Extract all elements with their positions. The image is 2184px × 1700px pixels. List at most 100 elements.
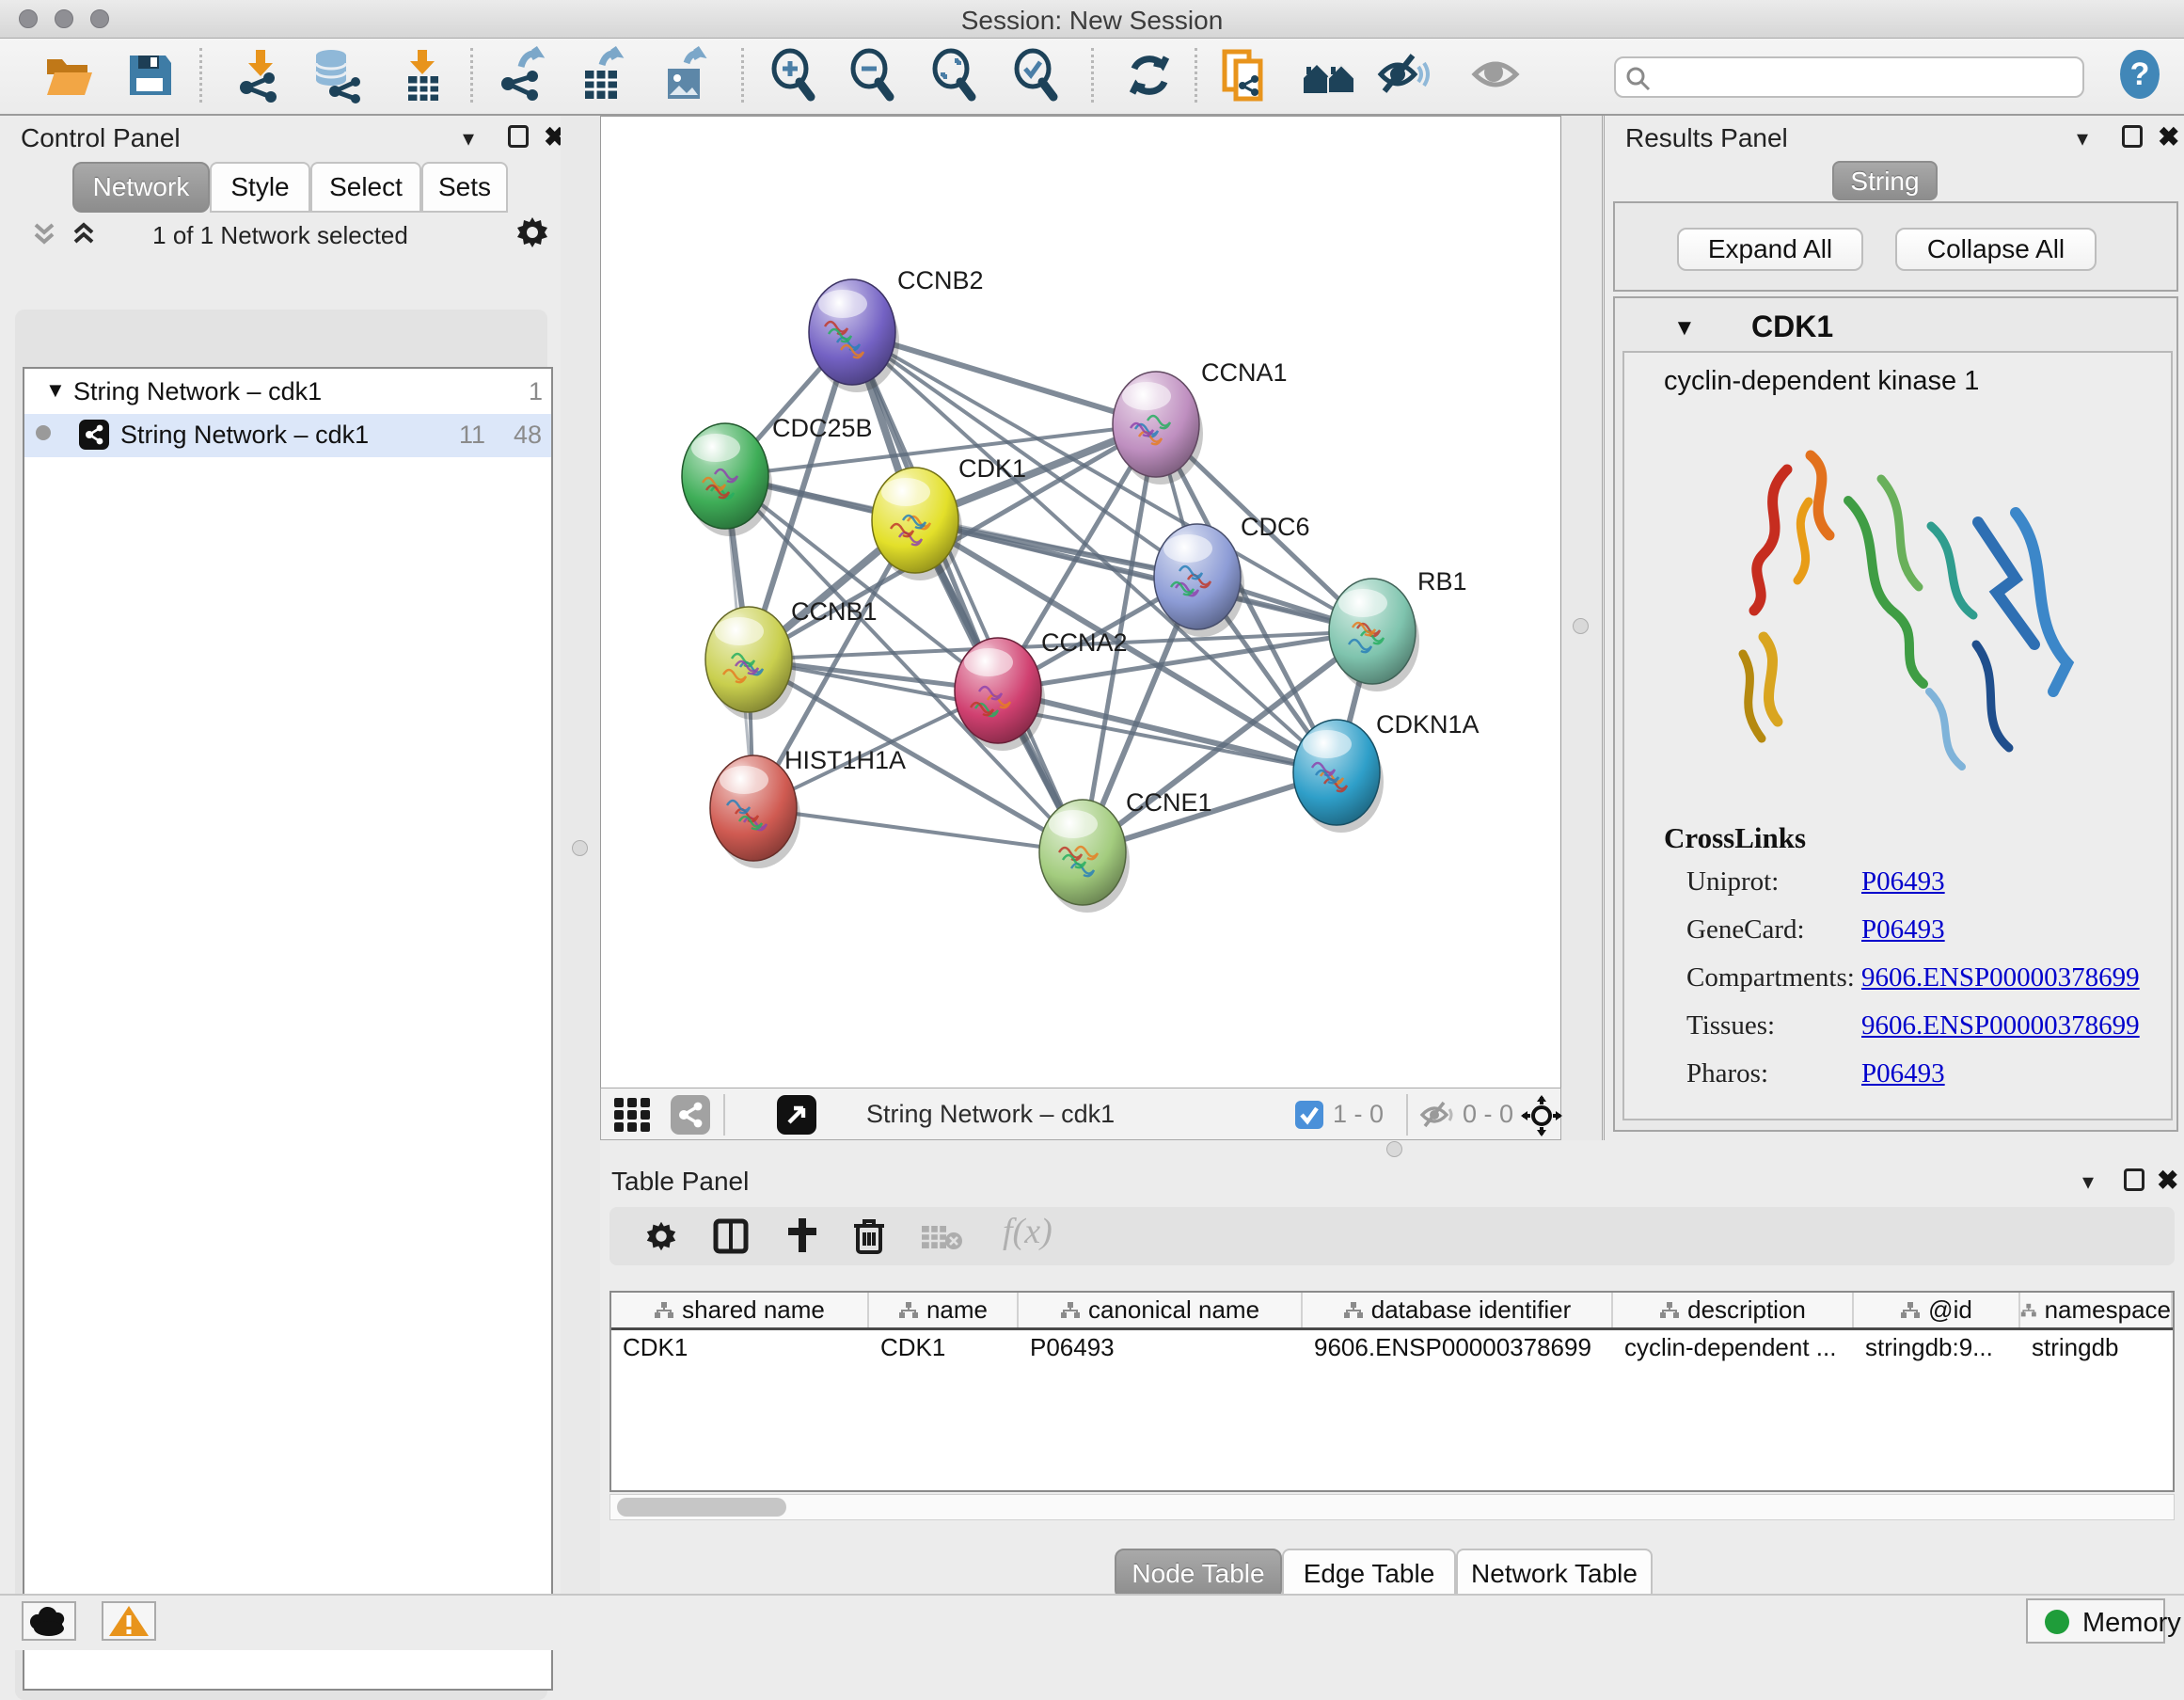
add-column-icon[interactable]	[784, 1216, 820, 1259]
float-panel-icon[interactable]	[508, 125, 529, 148]
column-header-canonical-name[interactable]: canonical name	[1019, 1293, 1303, 1327]
save-session-icon[interactable]	[122, 46, 177, 104]
new-network-from-selection-icon[interactable]	[1217, 46, 1272, 104]
column-type-icon	[1060, 1301, 1081, 1320]
show-all-icon[interactable]	[1469, 46, 1524, 104]
tab-style[interactable]: Style	[210, 162, 310, 213]
collection-expander-icon[interactable]: ▼	[45, 378, 66, 403]
import-network-database-icon[interactable]	[307, 46, 361, 104]
delete-column-icon[interactable]	[852, 1216, 886, 1261]
tab-node-table[interactable]: Node Table	[1115, 1549, 1282, 1599]
zoom-selected-icon[interactable]	[1008, 46, 1063, 104]
collapse-all-button[interactable]: Collapse All	[1895, 228, 2097, 271]
column-header-shared-name[interactable]: shared name	[611, 1293, 869, 1327]
search-input[interactable]	[1614, 56, 2084, 98]
horizontal-splitter[interactable]	[600, 1140, 2184, 1159]
close-panel-icon[interactable]: ✖	[2157, 1165, 2178, 1196]
column-header-name[interactable]: name	[869, 1293, 1019, 1327]
memory-label: Memory	[2082, 1608, 2181, 1639]
crosslink-link[interactable]: 9606.ENSP00000378699	[1861, 962, 2140, 993]
birds-eye-toggle-icon[interactable]	[1521, 1095, 1562, 1141]
network-row-selected[interactable]: String Network – cdk1 11 48	[24, 414, 551, 457]
section-expander-icon[interactable]: ▼	[1673, 315, 1696, 342]
crosslink-link[interactable]: 9606.ENSP00000378699	[1861, 1010, 2140, 1041]
tab-sets[interactable]: Sets	[421, 162, 508, 213]
crosslink-link[interactable]: P06493	[1861, 1058, 1945, 1089]
crosslink-link[interactable]: P06493	[1861, 914, 1945, 945]
export-table-icon[interactable]	[574, 46, 628, 104]
results-panel-title: Results Panel	[1625, 123, 1788, 153]
network-share-icon[interactable]	[671, 1095, 710, 1139]
network-view-title: String Network – cdk1	[866, 1100, 1115, 1129]
table-cell[interactable]: stringdb:9...	[1854, 1330, 2020, 1364]
float-panel-icon[interactable]	[2124, 1168, 2144, 1191]
float-panel-icon[interactable]	[2122, 125, 2143, 148]
export-network-icon[interactable]	[495, 46, 549, 104]
table-cell[interactable]: 9606.ENSP00000378699	[1303, 1330, 1613, 1364]
refresh-icon[interactable]	[1121, 46, 1176, 104]
tab-string[interactable]: String	[1832, 161, 1938, 200]
delete-table-icon	[920, 1224, 963, 1257]
node-table[interactable]: shared namenamecanonical namedatabase id…	[609, 1291, 2175, 1492]
first-neighbors-icon[interactable]	[1300, 46, 1354, 104]
warnings-button[interactable]	[102, 1601, 156, 1641]
tab-network[interactable]: Network	[72, 162, 210, 213]
zoom-fit-icon[interactable]	[926, 46, 981, 104]
open-session-icon[interactable]	[41, 46, 96, 104]
splitter-grip[interactable]	[1573, 618, 1589, 634]
table-cell[interactable]: stringdb	[2020, 1330, 2173, 1364]
splitter-grip[interactable]	[1386, 1141, 1402, 1157]
open-in-window-icon[interactable]	[777, 1095, 816, 1139]
splitter-grip[interactable]	[572, 840, 588, 856]
table-cell[interactable]: CDK1	[869, 1330, 1019, 1364]
network-node-cdkn1a: CDKN1A	[1293, 710, 1480, 833]
network-canvas[interactable]: CCNB2CCNA1CDC25BCDK1CDC6RB1CCNB1CCNA2CDK…	[600, 116, 1561, 1088]
crosslinks-list: Uniprot:P06493GeneCard:P06493Compartment…	[1686, 866, 2157, 1106]
selected-nodes-checkbox[interactable]	[1295, 1101, 1323, 1134]
help-button[interactable]: ?	[2120, 50, 2160, 99]
column-header-namespace[interactable]: namespace	[2020, 1293, 2173, 1327]
zoom-out-icon[interactable]	[845, 46, 899, 104]
tab-network-table[interactable]: Network Table	[1456, 1549, 1653, 1599]
table-toolbar: f(x)	[609, 1207, 2175, 1265]
table-horizontal-scrollbar[interactable]	[609, 1494, 2175, 1520]
export-image-icon[interactable]	[657, 46, 711, 104]
panel-menu-icon[interactable]: ▾	[2077, 125, 2088, 152]
network-options-gear-icon[interactable]	[514, 214, 551, 256]
grid-view-icon[interactable]	[612, 1096, 654, 1138]
crosslink-link[interactable]: P06493	[1861, 866, 1945, 898]
table-cell[interactable]: cyclin-dependent ...	[1613, 1330, 1854, 1364]
column-header--id[interactable]: @id	[1854, 1293, 2020, 1327]
toolbar-separator	[1195, 48, 1197, 103]
main-toolbar: ?	[0, 39, 2184, 116]
scrollbar-thumb[interactable]	[617, 1498, 786, 1517]
table-row[interactable]: CDK1CDK1P064939606.ENSP00000378699cyclin…	[611, 1330, 2173, 1364]
import-table-icon[interactable]	[395, 46, 450, 104]
table-cell[interactable]: P06493	[1019, 1330, 1303, 1364]
show-columns-icon[interactable]	[713, 1218, 749, 1259]
import-network-file-icon[interactable]	[231, 46, 286, 104]
vertical-splitter-right[interactable]	[1561, 116, 1602, 1140]
hide-selected-icon[interactable]	[1375, 46, 1430, 104]
hidden-eye-icon[interactable]	[1419, 1100, 1457, 1135]
column-header-database-identifier[interactable]: database identifier	[1303, 1293, 1613, 1327]
column-header-description[interactable]: description	[1613, 1293, 1854, 1327]
memory-button[interactable]: Memory	[2026, 1598, 2165, 1644]
crosslinks-title: CrossLinks	[1664, 821, 1806, 855]
close-panel-icon[interactable]: ✖	[2158, 121, 2179, 152]
cloud-status-button[interactable]	[22, 1601, 76, 1641]
tab-edge-table[interactable]: Edge Table	[1282, 1549, 1456, 1599]
table-cell[interactable]: CDK1	[611, 1330, 869, 1364]
node-label-ccna1: CCNA1	[1201, 358, 1288, 387]
network-collection-row[interactable]: ▼ String Network – cdk1 1	[24, 371, 551, 414]
tab-select[interactable]: Select	[310, 162, 421, 213]
crosslink-label: Pharos:	[1686, 1058, 1768, 1088]
node-label-cdk1: CDK1	[958, 454, 1026, 483]
table-options-gear-icon[interactable]	[643, 1218, 679, 1259]
crosslink-row: Uniprot:P06493	[1686, 866, 2157, 914]
zoom-in-icon[interactable]	[766, 46, 820, 104]
panel-menu-icon[interactable]: ▾	[2082, 1168, 2094, 1196]
panel-menu-icon[interactable]: ▾	[463, 125, 474, 152]
vertical-splitter-left[interactable]	[561, 116, 600, 1594]
expand-all-button[interactable]: Expand All	[1677, 228, 1863, 271]
